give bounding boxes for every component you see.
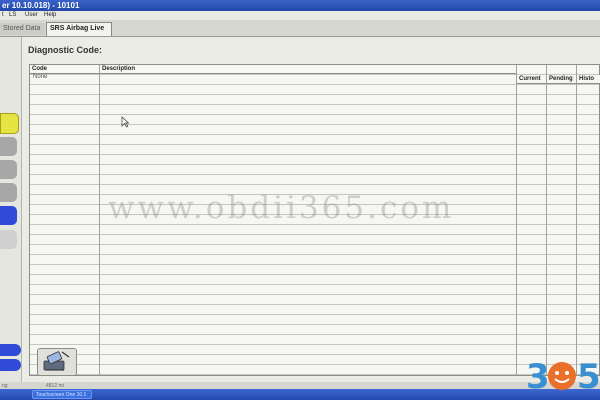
sidebar-button-1[interactable] — [0, 137, 17, 156]
logo-digit-3: 3 — [526, 357, 550, 397]
column-header-current[interactable]: Current — [517, 75, 546, 84]
menu-bar: t LS User Help — [0, 11, 600, 20]
left-sidebar — [0, 37, 22, 385]
table-row-code: None — [33, 74, 48, 80]
logo-eye-right — [565, 371, 569, 375]
tab-srs-airbag-live[interactable]: SRS Airbag Live — [46, 22, 112, 36]
column-header-code[interactable]: Code — [30, 65, 99, 74]
column-header-pending[interactable]: Pending — [547, 75, 576, 84]
brand-logo: 3 5 — [526, 357, 600, 397]
sidebar-bottom-button-2[interactable] — [0, 359, 21, 371]
menu-item-help[interactable]: Help — [44, 11, 56, 20]
logo-eye-left — [555, 371, 559, 375]
tab-bar: Stored Data SRS Airbag Live — [0, 20, 600, 37]
sidebar-button-3[interactable] — [0, 183, 17, 202]
window-title: er 10.10.018) - 10101 — [2, 1, 80, 10]
column-header-history[interactable]: Histo — [577, 75, 600, 84]
eraser-icon — [43, 351, 70, 371]
section-title: Diagnostic Code: — [28, 45, 103, 55]
sidebar-button-yellow[interactable] — [0, 113, 19, 134]
window-title-bar: er 10.10.018) - 10101 — [0, 0, 600, 11]
logo-face — [548, 362, 576, 390]
menu-item-user[interactable]: User — [25, 11, 38, 20]
menu-item-tools[interactable]: LS — [9, 11, 16, 20]
column-divider — [576, 65, 577, 375]
watermark: www.obdii365.com — [108, 190, 455, 226]
mouse-pointer-icon — [121, 116, 129, 128]
erase-codes-button[interactable] — [37, 348, 77, 376]
column-divider — [516, 65, 517, 375]
sidebar-button-4[interactable] — [0, 230, 17, 249]
taskbar-item[interactable]: Touchscreen One 10.1 — [32, 390, 92, 399]
sidebar-bottom-button-1[interactable] — [0, 344, 21, 356]
tab-stored-data[interactable]: Stored Data — [0, 23, 45, 35]
menu-item-1[interactable]: t — [2, 11, 4, 20]
column-header-description[interactable]: Description — [100, 65, 516, 74]
column-divider — [546, 65, 547, 375]
column-divider — [99, 65, 100, 375]
logo-digit-5: 5 — [577, 357, 600, 397]
taskbar: Touchscreen One 10.1 — [0, 389, 600, 400]
sidebar-button-selected[interactable] — [0, 206, 17, 225]
sidebar-button-2[interactable] — [0, 160, 17, 179]
